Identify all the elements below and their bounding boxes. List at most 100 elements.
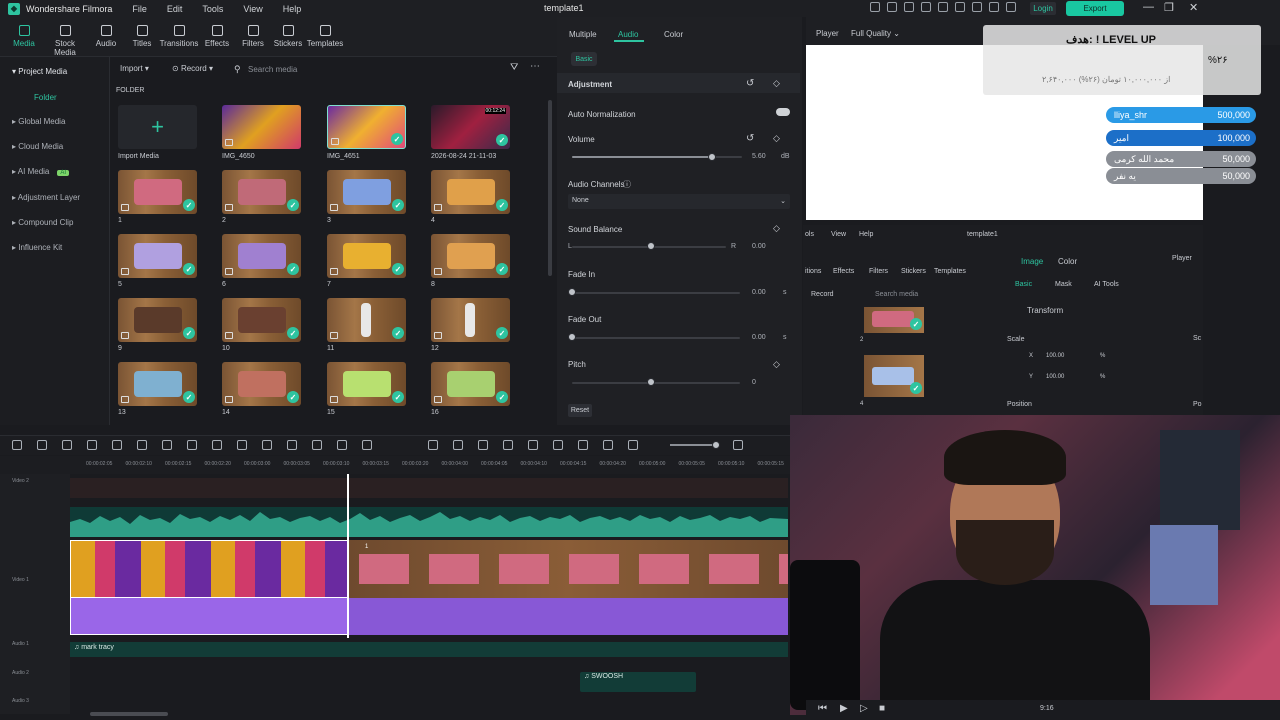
zoom-in-icon[interactable] xyxy=(733,440,743,450)
video1-purple-bar-b[interactable] xyxy=(349,598,788,635)
tab-multiple[interactable]: Multiple xyxy=(569,30,597,39)
fade-out-knob[interactable] xyxy=(568,333,576,341)
volume-value[interactable]: 5.60 xyxy=(752,153,766,160)
play-icon[interactable]: ▶ xyxy=(840,703,848,714)
replace-icon[interactable] xyxy=(603,440,613,450)
timeline-horizontal-scrollbar[interactable] xyxy=(90,712,168,716)
tab-stock-media[interactable]: Stock Media xyxy=(43,25,87,57)
reset-button[interactable]: Reset xyxy=(568,404,592,417)
sidebar-item-folder[interactable]: Folder xyxy=(34,93,57,102)
render-icon[interactable] xyxy=(478,440,488,450)
redo-icon[interactable] xyxy=(87,440,97,450)
delete-icon[interactable] xyxy=(112,440,122,450)
video1-purple-bar-a[interactable] xyxy=(70,598,348,635)
export-button[interactable]: Export xyxy=(1066,1,1124,16)
media-thumb-img4650[interactable] xyxy=(222,105,301,149)
more-icon[interactable] xyxy=(362,440,372,450)
minimize-icon[interactable]: — xyxy=(1143,1,1154,13)
close-icon[interactable]: ✕ xyxy=(1189,1,1198,14)
share-icon[interactable] xyxy=(989,2,999,12)
grid-icon[interactable] xyxy=(972,2,982,12)
audio2-clip-swoosh[interactable]: ♫ SWOOSH xyxy=(580,672,696,692)
media-thumb[interactable]: ✓ xyxy=(431,170,510,214)
video1-clip-img4651[interactable] xyxy=(70,540,348,598)
fade-in-slider[interactable] xyxy=(572,292,740,294)
mic-icon[interactable] xyxy=(553,440,563,450)
reset-icon[interactable]: ↺ xyxy=(746,78,754,89)
cloud-icon[interactable] xyxy=(938,2,948,12)
tab-templates[interactable]: Templates xyxy=(303,25,347,48)
auto-normalization-toggle[interactable] xyxy=(776,108,790,116)
fade-out-slider[interactable] xyxy=(572,337,740,339)
fade-in-knob[interactable] xyxy=(568,288,576,296)
snap-icon[interactable] xyxy=(428,440,438,450)
balance-value[interactable]: 0.00 xyxy=(752,243,766,250)
media-thumb[interactable]: ✓ xyxy=(222,170,301,214)
sidebar-item-global-media[interactable]: ▸ Global Media xyxy=(12,117,65,126)
pointer-icon[interactable] xyxy=(37,440,47,450)
media-thumb[interactable]: ✓ xyxy=(118,298,197,342)
color-icon[interactable] xyxy=(237,440,247,450)
media-thumb[interactable]: ✓ xyxy=(118,170,197,214)
pitch-knob[interactable] xyxy=(647,378,655,386)
keyframe-icon[interactable]: ◇ xyxy=(773,359,780,370)
aspect-ratio[interactable]: 9:16 xyxy=(1040,705,1054,712)
timer-icon[interactable] xyxy=(337,440,347,450)
search-input[interactable]: Search media xyxy=(248,65,297,74)
crop-icon[interactable] xyxy=(212,440,222,450)
menu-help[interactable]: Help xyxy=(283,4,302,14)
gift-icon[interactable] xyxy=(955,2,965,12)
reset-icon[interactable]: ↺ xyxy=(746,133,754,144)
media-thumb[interactable]: ✓ xyxy=(431,298,510,342)
audio-icon[interactable] xyxy=(162,440,172,450)
save-icon[interactable] xyxy=(904,2,914,12)
ai-icon[interactable] xyxy=(453,440,463,450)
sidebar-item-cloud-media[interactable]: ▸ Cloud Media xyxy=(12,142,63,151)
cart-icon[interactable] xyxy=(1006,2,1016,12)
media-thumb[interactable]: ✓ xyxy=(222,298,301,342)
text-icon[interactable] xyxy=(187,440,197,450)
marker-icon[interactable] xyxy=(528,440,538,450)
zoom-slider[interactable] xyxy=(670,444,716,446)
media-scrollbar[interactable] xyxy=(548,100,552,276)
menu-edit[interactable]: Edit xyxy=(167,4,183,14)
pitch-slider[interactable] xyxy=(572,382,740,384)
filter-icon[interactable]: ⛛ xyxy=(510,62,518,73)
quality-select[interactable]: Full Quality ⌄ xyxy=(851,29,900,38)
tab-audio[interactable]: Audio xyxy=(618,30,638,39)
media-thumb[interactable]: ✓ xyxy=(327,298,406,342)
split-icon[interactable] xyxy=(578,440,588,450)
stop-icon[interactable]: ■ xyxy=(879,703,885,714)
list-icon[interactable] xyxy=(921,2,931,12)
keyframe-icon[interactable]: ◇ xyxy=(773,133,780,144)
send-icon[interactable] xyxy=(870,2,880,12)
import-dropdown[interactable]: Import ▾ xyxy=(114,61,155,75)
layout-icon[interactable] xyxy=(12,440,22,450)
undo-icon[interactable] xyxy=(62,440,72,450)
tab-color[interactable]: Color xyxy=(664,30,683,39)
video1-clip-1[interactable]: 1 xyxy=(349,540,788,598)
media-thumb[interactable]: ✓ xyxy=(222,234,301,278)
sidebar-item-compound-clip[interactable]: ▸ Compound Clip xyxy=(12,218,73,227)
import-media-button[interactable]: + xyxy=(118,105,197,149)
more-icon[interactable]: ⋯ xyxy=(530,61,540,72)
volume-knob[interactable] xyxy=(708,153,716,161)
subtab-basic[interactable]: Basic xyxy=(571,52,597,66)
media-thumb-img4651[interactable]: ✓ xyxy=(327,105,406,149)
keyframe-icon[interactable] xyxy=(287,440,297,450)
menu-tools[interactable]: Tools xyxy=(202,4,223,14)
media-thumb[interactable]: ✓ xyxy=(431,362,510,406)
video2-audio-waveform[interactable] xyxy=(70,507,788,537)
zoom-out-icon[interactable] xyxy=(628,440,638,450)
zoom-knob[interactable] xyxy=(712,441,720,449)
media-thumb-video[interactable]: 00:12:24 ✓ xyxy=(431,105,510,149)
fade-out-value[interactable]: 0.00 xyxy=(752,334,766,341)
speed-icon[interactable] xyxy=(262,440,272,450)
media-thumb[interactable]: ✓ xyxy=(222,362,301,406)
fade-in-value[interactable]: 0.00 xyxy=(752,289,766,296)
sidebar-item-adjustment-layer[interactable]: ▸ Adjustment Layer xyxy=(12,193,80,202)
playhead[interactable] xyxy=(347,474,349,638)
maximize-icon[interactable]: ❐ xyxy=(1164,1,1174,14)
audio1-clip[interactable]: ♫ mark tracy xyxy=(70,642,788,657)
monitor-icon[interactable] xyxy=(887,2,897,12)
